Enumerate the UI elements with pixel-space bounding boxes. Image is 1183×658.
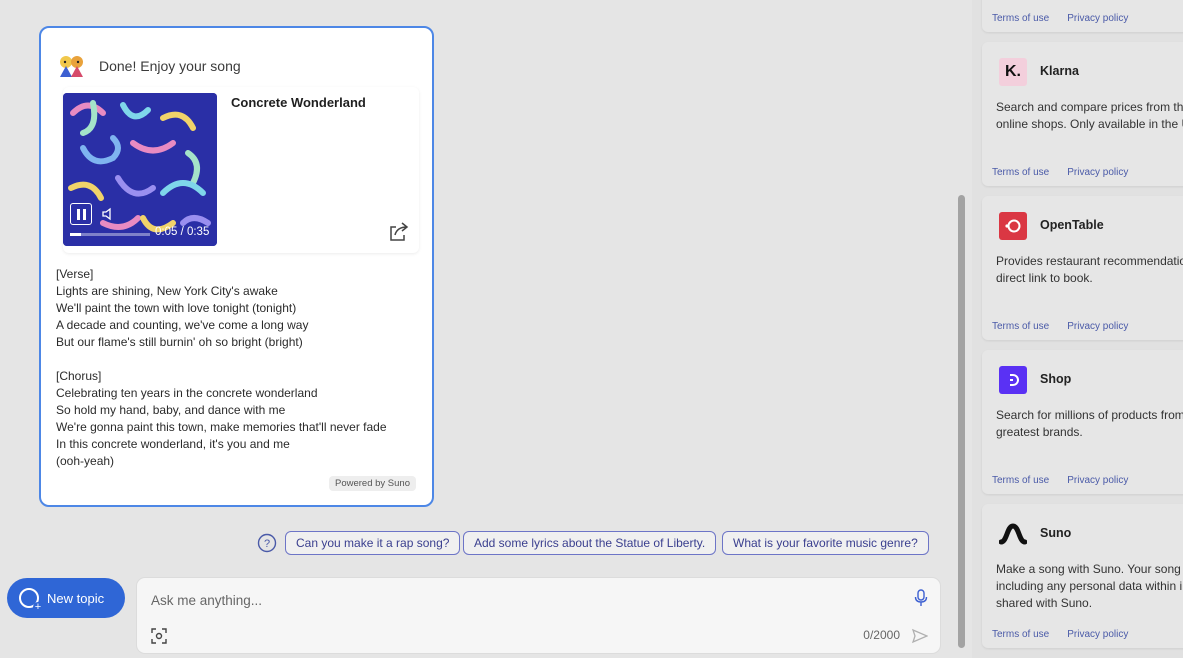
plugin-name: Suno: [1040, 526, 1072, 540]
new-topic-label: New topic: [47, 590, 105, 606]
song-card: 0:05 / 0:35 Concrete Wonderland: [63, 87, 419, 253]
svg-text:?: ?: [264, 538, 270, 550]
playback-time: 0:05 / 0:35: [155, 226, 210, 238]
song-title: Concrete Wonderland: [231, 95, 366, 110]
plugin-links: Terms of use Privacy policy: [992, 321, 1128, 332]
lyric-line: So hold my hand, baby, and dance with me: [56, 403, 286, 417]
terms-link[interactable]: Terms of use: [992, 629, 1049, 640]
plugin-name: Klarna: [1040, 64, 1079, 78]
scrollbar-thumb[interactable]: [958, 195, 965, 648]
plugin-name: Shop: [1040, 372, 1072, 386]
dislike-icon[interactable]: [70, 0, 84, 4]
shop-logo-icon: [999, 366, 1027, 394]
image-scan-icon[interactable]: [151, 628, 167, 649]
new-topic-button[interactable]: New topic: [7, 578, 125, 618]
plugin-description: Search and compare prices from th online …: [996, 100, 1183, 131]
help-icon[interactable]: ?: [257, 533, 277, 558]
terms-link[interactable]: Terms of use: [992, 13, 1049, 24]
pause-button[interactable]: [70, 203, 92, 225]
share-icon[interactable]: [148, 0, 162, 4]
plugin-card: Terms of use Privacy policy: [982, 0, 1183, 32]
lyric-line: [56, 351, 387, 368]
song-lyrics: [Verse] Lights are shining, New York City…: [56, 266, 387, 470]
plugin-name: OpenTable: [1040, 218, 1104, 232]
new-topic-icon: [19, 588, 43, 612]
chat-input[interactable]: [149, 590, 893, 610]
suggestion-chip[interactable]: What is your favorite music genre?: [722, 531, 929, 555]
plugin-links: Terms of use Privacy policy: [992, 13, 1128, 24]
opentable-logo-icon: [999, 212, 1027, 240]
plugin-links: Terms of use Privacy policy: [992, 475, 1128, 486]
lyric-line: [Verse]: [56, 267, 94, 281]
microphone-icon[interactable]: [914, 589, 928, 612]
terms-link[interactable]: Terms of use: [992, 321, 1049, 332]
plugin-card-opentable[interactable]: OpenTable Provides restaurant recommenda…: [982, 196, 1183, 340]
suggestion-chip[interactable]: Can you make it a rap song?: [285, 531, 461, 555]
privacy-link[interactable]: Privacy policy: [1067, 167, 1128, 178]
plugin-description: Provides restaurant recommendatio direct …: [996, 254, 1183, 285]
terms-link[interactable]: Terms of use: [992, 475, 1049, 486]
lyric-line: We're gonna paint this town, make memori…: [56, 420, 387, 434]
suggestion-chip[interactable]: Add some lyrics about the Statue of Libe…: [463, 531, 717, 555]
privacy-link[interactable]: Privacy policy: [1067, 13, 1128, 24]
suno-logo-icon: [999, 520, 1027, 548]
plugin-card-klarna[interactable]: K. Klarna Search and compare prices from…: [982, 42, 1183, 186]
plugin-description: Make a song with Suno. Your song i includ…: [996, 562, 1183, 610]
response-header: Done! Enjoy your song: [57, 53, 241, 79]
plugin-description: Search for millions of products from grea…: [996, 408, 1183, 439]
response-status-text: Done! Enjoy your song: [99, 58, 241, 74]
plugin-card-suno[interactable]: Suno Make a song with Suno. Your song ii…: [982, 504, 1183, 648]
download-icon[interactable]: [122, 0, 136, 4]
terms-link[interactable]: Terms of use: [992, 167, 1049, 178]
response-card: Done! Enjoy your song 0:05 / 0:35 Concre…: [39, 26, 434, 507]
copilot-avatar-icon: [57, 53, 87, 79]
album-art: 0:05 / 0:35: [63, 93, 217, 246]
lyric-line: Celebrating ten years in the concrete wo…: [56, 386, 318, 400]
powered-by-badge: Powered by Suno: [329, 476, 416, 491]
lyric-line: In this concrete wonderland, it's you an…: [56, 437, 290, 451]
char-counter: 0/2000: [863, 628, 900, 642]
lyric-line: Lights are shining, New York City's awak…: [56, 284, 278, 298]
volume-icon[interactable]: [101, 206, 117, 222]
klarna-logo-icon: K.: [999, 58, 1027, 86]
send-icon[interactable]: [911, 628, 929, 649]
like-icon[interactable]: [44, 0, 58, 4]
plugin-links: Terms of use Privacy policy: [992, 629, 1128, 640]
share-icon[interactable]: [387, 222, 409, 247]
lyric-line: [Chorus]: [56, 369, 102, 383]
chat-input-box: 0/2000: [137, 578, 940, 653]
lyric-line: (ooh-yeah): [56, 454, 115, 468]
privacy-link[interactable]: Privacy policy: [1067, 629, 1128, 640]
playback-progress[interactable]: [70, 233, 150, 236]
lyric-line: A decade and counting, we've come a long…: [56, 318, 309, 332]
message-toolbar: [44, 0, 162, 4]
privacy-link[interactable]: Privacy policy: [1067, 321, 1128, 332]
plugin-card-shop[interactable]: Shop Search for millions of products fro…: [982, 350, 1183, 494]
plugin-links: Terms of use Privacy policy: [992, 167, 1128, 178]
lyric-line: But our flame's still burnin' oh so brig…: [56, 335, 303, 349]
copy-icon[interactable]: [96, 0, 110, 4]
lyric-line: We'll paint the town with love tonight (…: [56, 301, 297, 315]
privacy-link[interactable]: Privacy policy: [1067, 475, 1128, 486]
